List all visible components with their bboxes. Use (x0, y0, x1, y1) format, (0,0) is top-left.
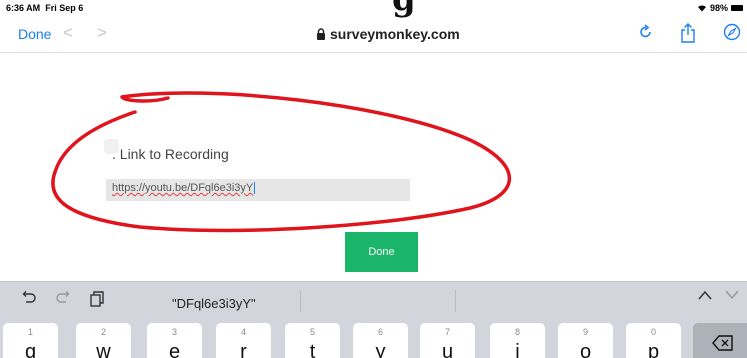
autocorrect-suggestion[interactable]: "DFql6e3i3yY" (172, 296, 256, 311)
status-indicators: 98% (697, 3, 743, 13)
key-t[interactable]: 5t (285, 323, 340, 358)
suggestion-divider (455, 290, 456, 312)
key-r[interactable]: 4r (216, 323, 271, 358)
key-y[interactable]: 6y (353, 323, 408, 358)
key-number: 0 (650, 327, 656, 337)
key-number: 3 (171, 327, 177, 337)
text-caret (254, 182, 256, 195)
battery-icon (731, 5, 743, 11)
key-number: 8 (514, 327, 520, 337)
backspace-key[interactable] (693, 323, 747, 358)
address-bar[interactable]: surveymonkey.com (316, 26, 460, 42)
share-icon[interactable] (680, 23, 696, 43)
key-q[interactable]: 1q (3, 323, 58, 358)
compass-icon[interactable] (723, 23, 741, 41)
key-letter: t (309, 341, 316, 358)
recording-link-input[interactable]: https://youtu.be/DFql6e3i3yY (106, 179, 410, 201)
key-number: 2 (100, 327, 106, 337)
key-letter: i (515, 341, 520, 358)
key-letter: u (441, 341, 454, 358)
cropped-page-heading: g (392, 0, 416, 19)
chevron-down-icon[interactable] (725, 290, 739, 300)
key-number: 5 (309, 327, 315, 337)
keyboard-shortcut-bar: "DFql6e3i3yY" (0, 281, 747, 318)
status-bar: 6:36 AM Fri Sep 6 98% (0, 0, 747, 16)
backspace-icon (712, 335, 733, 351)
status-clock: 6:36 AM (6, 3, 41, 13)
key-letter: r (240, 341, 247, 358)
undo-icon[interactable] (20, 291, 38, 305)
key-letter: q (24, 341, 37, 358)
nav-divider (0, 52, 747, 53)
keyboard-key-row: 1q 2w 3e 4r 5t 6y 7u 8i 9o 0p (0, 318, 747, 358)
key-letter: e (168, 341, 181, 358)
wifi-icon (697, 5, 706, 12)
suggestion-divider (300, 290, 301, 312)
status-time: 6:36 AM Fri Sep 6 (6, 3, 83, 13)
status-date: Fri Sep 6 (45, 3, 84, 13)
key-o[interactable]: 9o (558, 323, 613, 358)
url-text: surveymonkey.com (330, 26, 460, 42)
key-number: 4 (240, 327, 246, 337)
paste-icon[interactable] (90, 291, 104, 307)
input-value: https://youtu.be/DFql6e3i3yY (112, 182, 254, 194)
key-letter: p (647, 341, 660, 358)
chevron-up-icon[interactable] (698, 290, 712, 300)
browser-nav-bar: Done < > surveymonkey.com (0, 18, 747, 52)
key-letter: o (579, 341, 592, 358)
redo-icon[interactable] (54, 291, 72, 305)
key-number: 1 (27, 327, 33, 337)
key-number: 9 (582, 327, 588, 337)
key-letter: y (375, 341, 386, 358)
browser-done-button[interactable]: Done (18, 26, 51, 42)
back-arrow-icon[interactable]: < (63, 23, 73, 43)
reload-icon[interactable] (639, 23, 653, 39)
key-p[interactable]: 0p (626, 323, 681, 358)
submit-done-button[interactable]: Done (345, 232, 418, 272)
key-u[interactable]: 7u (420, 323, 475, 358)
battery-percent: 98% (709, 3, 728, 13)
key-number: 6 (377, 327, 383, 337)
lock-icon (317, 28, 325, 40)
question-label: . Link to Recording (112, 146, 229, 162)
key-i[interactable]: 8i (490, 323, 545, 358)
key-e[interactable]: 3e (147, 323, 202, 358)
forward-arrow-icon[interactable]: > (97, 23, 107, 43)
key-letter: w (96, 341, 111, 358)
key-w[interactable]: 2w (76, 323, 131, 358)
key-number: 7 (444, 327, 450, 337)
